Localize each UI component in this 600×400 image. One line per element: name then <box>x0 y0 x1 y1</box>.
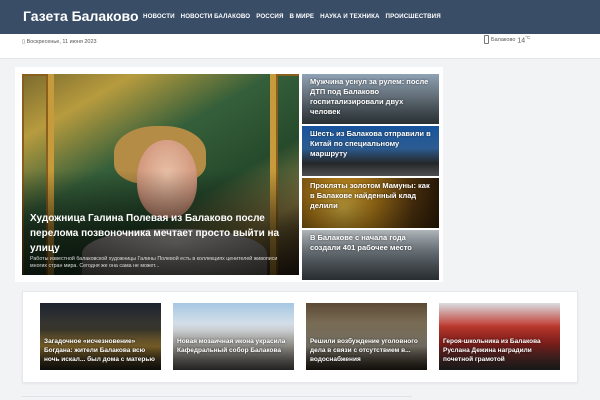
nav-item-incidents[interactable]: ПРОИСШЕСТВИЯ <box>386 13 441 20</box>
news-card[interactable]: Решили возбуждение уголовного дела в свя… <box>306 303 427 370</box>
weather-icon <box>484 35 489 45</box>
news-card[interactable]: Загадочное «исчезновение» Богдана: жител… <box>40 303 161 370</box>
side-post[interactable]: В Балакове с начала года создали 401 раб… <box>302 230 439 280</box>
news-card-title[interactable]: Загадочное «исчезновение» Богдана: жител… <box>44 337 158 364</box>
section-divider <box>22 396 412 397</box>
nav-item-world[interactable]: В МИРЕ <box>290 13 315 20</box>
side-post[interactable]: Шесть из Балакова отправили в Китай по с… <box>302 126 439 176</box>
side-post-title[interactable]: Мужчина уснул за рулем: после ДТП под Ба… <box>310 77 432 117</box>
hero-title[interactable]: Художница Галина Полевая из Балаково пос… <box>30 211 292 256</box>
news-card-title[interactable]: Новая мозаичная икона украсила Кафедраль… <box>177 337 291 355</box>
news-card-title[interactable]: Героя-школьника из Балакова Руслана Дежи… <box>443 337 557 364</box>
side-post[interactable]: Мужчина уснул за рулем: после ДТП под Ба… <box>302 74 439 124</box>
current-date: ▯ Воскресенье, 11 июня 2023 <box>22 39 97 45</box>
nav-item-science[interactable]: НАУКА И ТЕХНИКА <box>320 13 379 20</box>
news-card[interactable]: Новая мозаичная икона украсила Кафедраль… <box>173 303 294 370</box>
nav-item-russia[interactable]: РОССИЯ <box>256 13 283 20</box>
weather-temperature: 14°C <box>517 35 531 45</box>
side-post[interactable]: Прокляты золотом Мамуны: как в Балакове … <box>302 178 439 228</box>
hero-excerpt: Работы известной балаковской художницы Г… <box>30 256 278 269</box>
side-post-title[interactable]: Шесть из Балакова отправили в Китай по с… <box>310 129 432 159</box>
weather-city: Балаково <box>491 36 516 43</box>
site-logo[interactable]: Газета Балаково <box>23 8 139 24</box>
nav-item-news[interactable]: НОВОСТИ <box>143 13 175 20</box>
nav-item-balakovo-news[interactable]: НОВОСТИ БАЛАКОВО <box>181 13 251 20</box>
hero-post[interactable]: Художница Галина Полевая из Балаково пос… <box>22 74 299 275</box>
news-card[interactable]: Героя-школьника из Балакова Руслана Дежи… <box>439 303 560 370</box>
weather-widget: Балаково 14°C <box>484 35 530 44</box>
side-post-title[interactable]: В Балакове с начала года создали 401 раб… <box>310 233 432 253</box>
main-nav: НОВОСТИ НОВОСТИ БАЛАКОВО РОССИЯ В МИРЕ Н… <box>143 13 441 20</box>
side-post-title[interactable]: Прокляты золотом Мамуны: как в Балакове … <box>310 181 432 211</box>
date-text: Воскресенье, 11 июня 2023 <box>26 39 97 45</box>
news-card-title[interactable]: Решили возбуждение уголовного дела в свя… <box>310 337 424 364</box>
